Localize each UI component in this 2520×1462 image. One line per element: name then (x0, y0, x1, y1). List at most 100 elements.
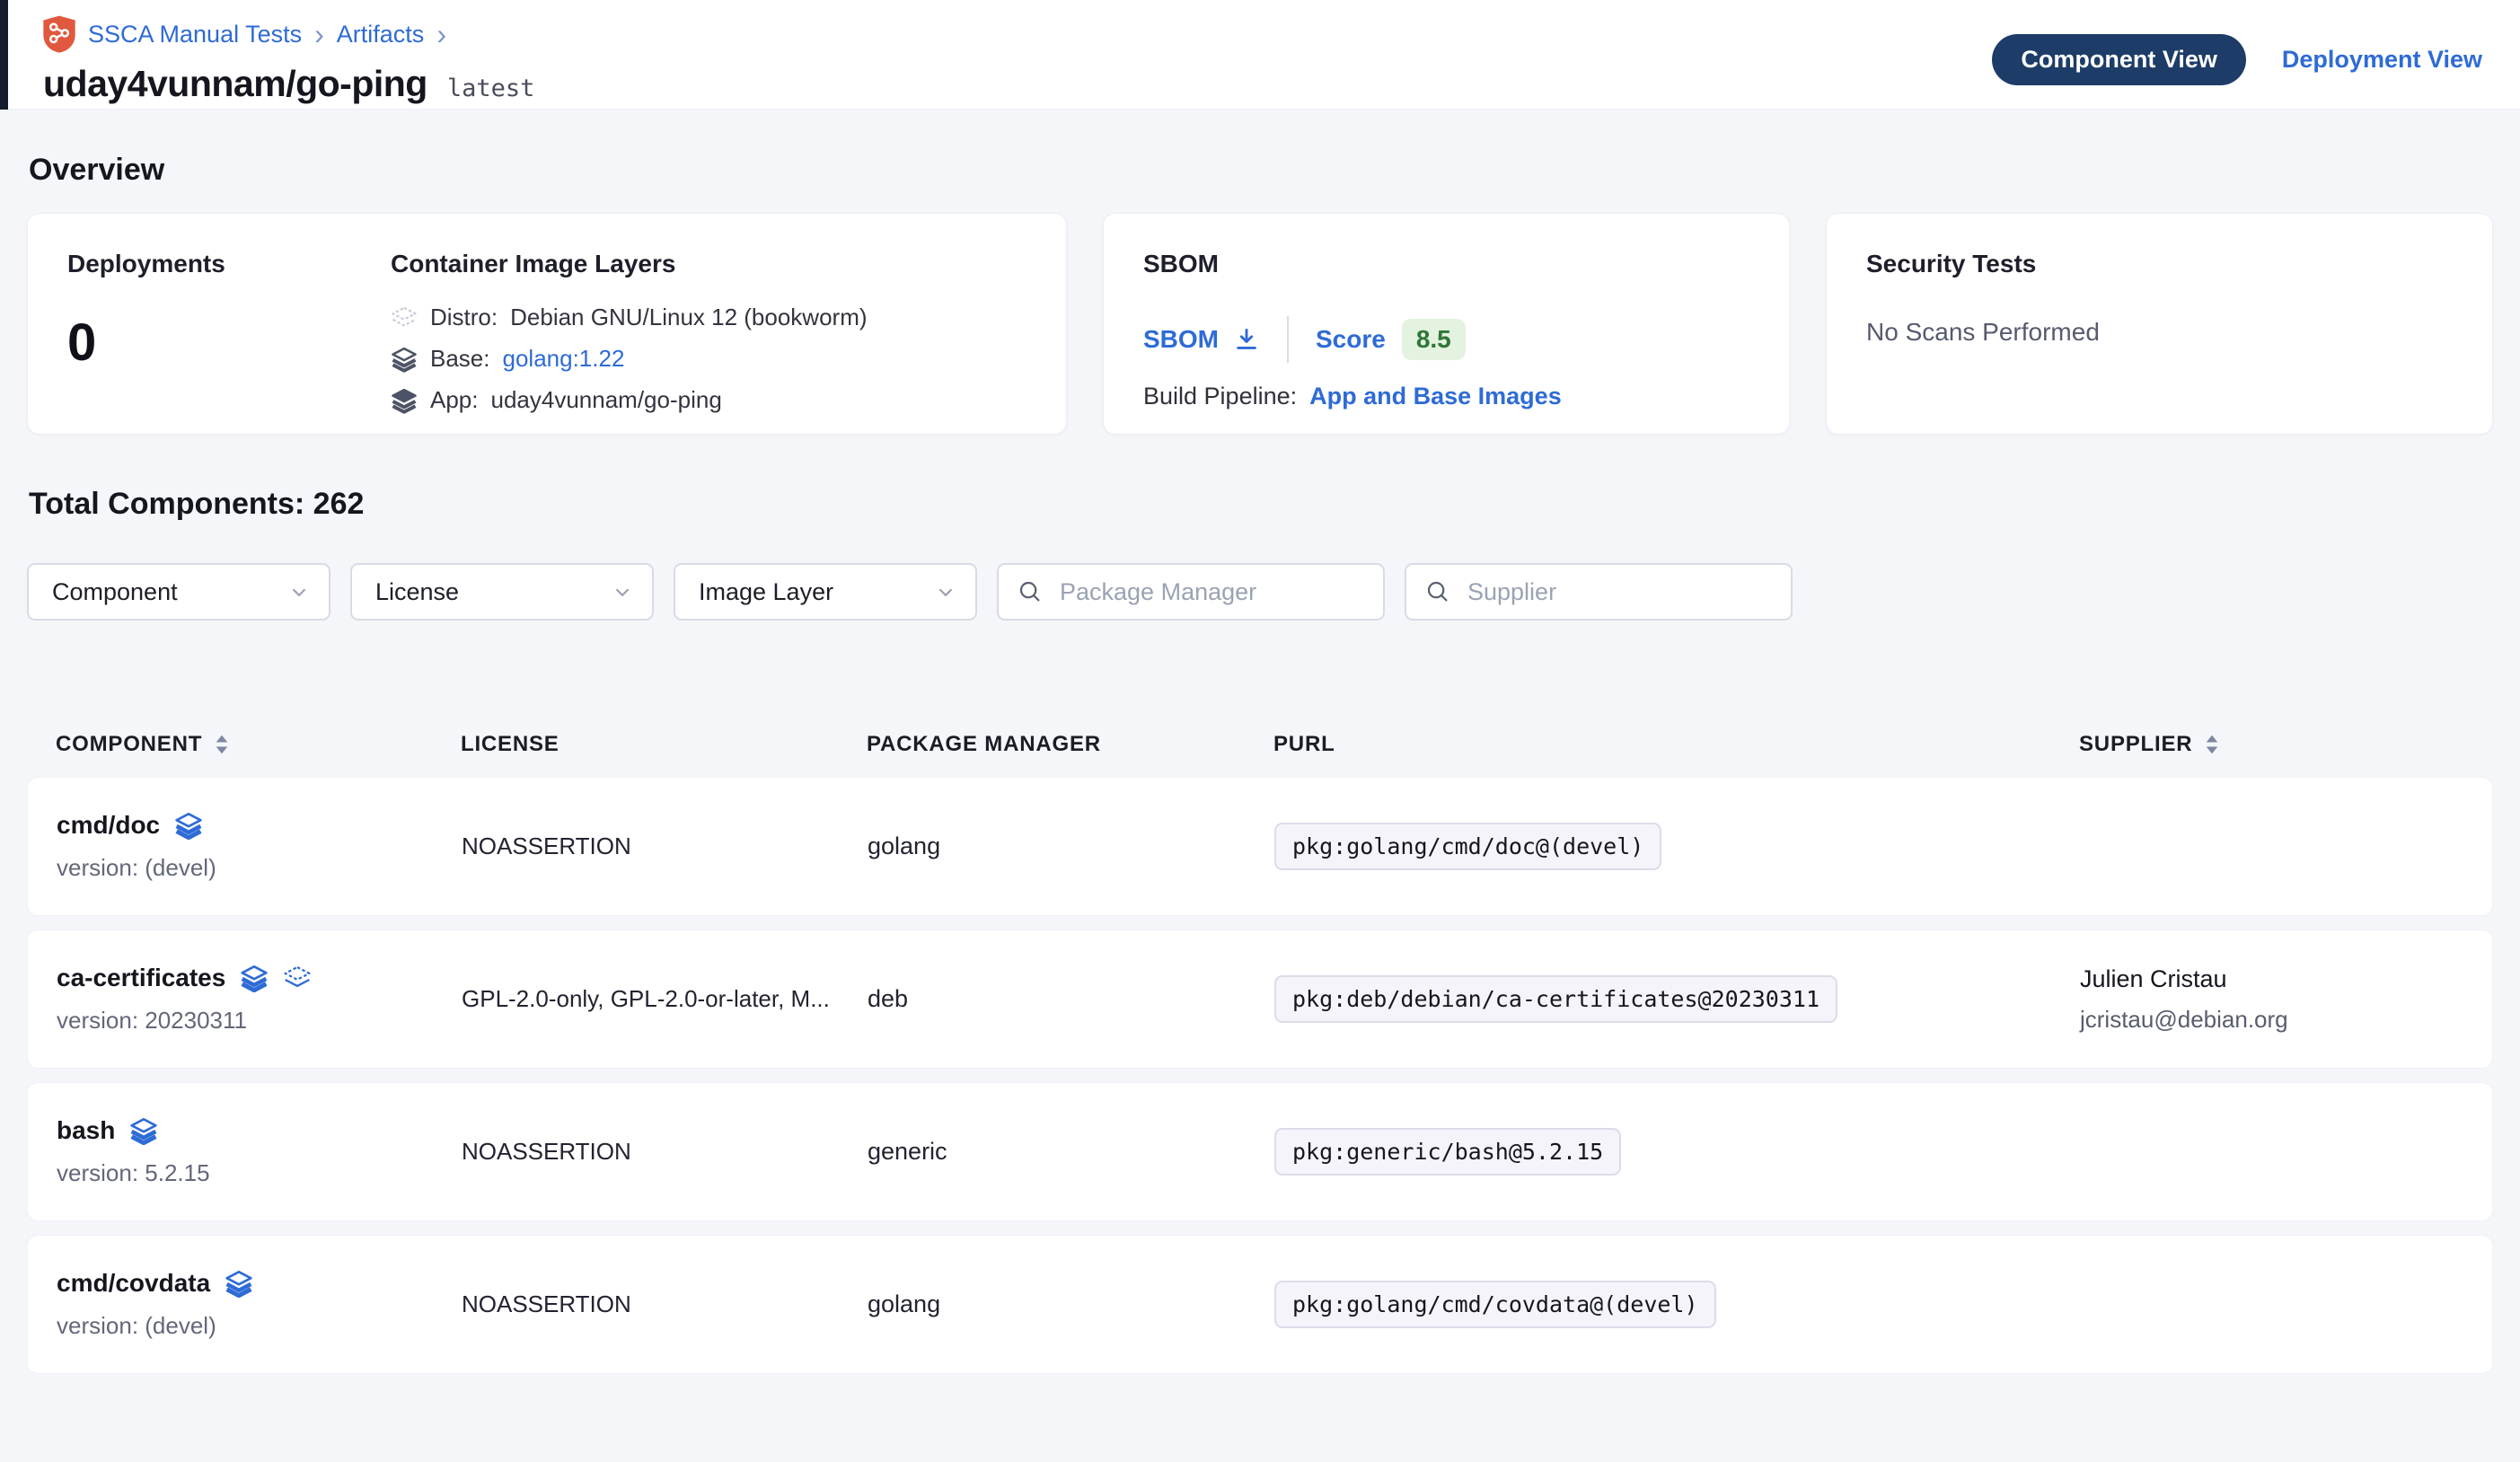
layer-label: Distro: (430, 304, 498, 331)
breadcrumb-separator: › (435, 20, 448, 48)
deployments-layers-card: Deployments 0 Container Image Layers Dis… (27, 213, 1067, 435)
build-pipeline-label: Build Pipeline: (1143, 383, 1297, 410)
package-manager-cell: deb (868, 985, 1274, 1013)
score-label: Score (1316, 325, 1386, 354)
component-version: version: (devel) (57, 854, 462, 882)
column-header-package-manager: PACKAGE MANAGER (867, 732, 1273, 757)
package-manager-cell: golang (868, 1290, 1274, 1318)
deployment-view-button[interactable]: Deployment View (2282, 46, 2482, 74)
download-icon (1233, 326, 1260, 353)
layers-icon (240, 964, 269, 992)
purl-chip: pkg:deb/debian/ca-certificates@20230311 (1274, 975, 1837, 1023)
layers-icon (225, 1269, 253, 1298)
search-icon (1017, 578, 1044, 605)
chevron-down-icon (934, 580, 957, 603)
license-cell: NOASSERTION (462, 832, 868, 860)
layer-label: App: (430, 386, 479, 414)
ssca-shield-logo-icon (41, 14, 77, 54)
layers-half-icon (391, 346, 418, 373)
component-name: ca-certificates (57, 964, 225, 992)
column-label: PURL (1273, 732, 1335, 757)
component-view-button[interactable]: Component View (1992, 34, 2246, 85)
column-label: SUPPLIER (2079, 732, 2192, 757)
package-manager-search-input[interactable] (997, 563, 1385, 621)
deployments-count: 0 (67, 313, 391, 373)
breadcrumb-item-project[interactable]: SSCA Manual Tests (88, 21, 302, 48)
table-header: COMPONENT LICENSE PACKAGE MANAGER PURL S… (27, 727, 2493, 762)
breadcrumb-item-artifacts[interactable]: Artifacts (337, 21, 425, 48)
overview-heading: Overview (29, 153, 2493, 188)
supplier-name: Julien Cristau (2080, 965, 2463, 993)
table-row: cmd/covdata version: (devel) NOASSERTION… (27, 1235, 2493, 1374)
deployments-label: Deployments (67, 250, 391, 278)
table-row: ca-certificates (27, 929, 2493, 1069)
license-cell: GPL-2.0-only, GPL-2.0-or-later, M... (462, 985, 868, 1013)
layer-row-base: Base: golang:1.22 (391, 345, 1027, 373)
layers-icon (129, 1116, 158, 1145)
artifact-tag: latest (447, 75, 535, 102)
dropdown-label: License (375, 578, 459, 606)
component-version: version: 20230311 (57, 1007, 462, 1035)
package-manager-cell: generic (868, 1138, 1274, 1166)
layer-row-distro: Distro: Debian GNU/Linux 12 (bookworm) (391, 304, 1027, 331)
chevron-down-icon (287, 580, 311, 603)
breadcrumb-separator: › (313, 20, 326, 48)
column-header-purl: PURL (1273, 732, 2079, 757)
component-name: cmd/covdata (57, 1269, 210, 1298)
package-manager-cell: golang (868, 832, 1274, 860)
base-image-link[interactable]: golang:1.22 (503, 345, 625, 373)
build-pipeline-link[interactable]: App and Base Images (1309, 383, 1562, 410)
component-version: version: (devel) (57, 1312, 462, 1340)
component-version: version: 5.2.15 (57, 1159, 462, 1187)
left-nav-edge (0, 0, 8, 110)
column-label: PACKAGE MANAGER (867, 732, 1101, 757)
sbom-download-link[interactable]: SBOM (1143, 325, 1260, 354)
supplier-search-input[interactable] (1405, 563, 1793, 621)
sort-icon (2205, 735, 2219, 754)
sbom-download-label: SBOM (1143, 325, 1219, 354)
column-label: LICENSE (461, 732, 560, 757)
dropdown-label: Image Layer (699, 578, 833, 606)
security-tests-card: Security Tests No Scans Performed (1826, 213, 2493, 435)
search-icon (1424, 578, 1451, 605)
sort-icon (215, 735, 229, 754)
purl-chip: pkg:generic/bash@5.2.15 (1274, 1128, 1621, 1176)
component-name: cmd/doc (57, 811, 160, 840)
layer-label: Base: (430, 345, 490, 373)
license-filter-dropdown[interactable]: License (350, 563, 654, 621)
table-row: cmd/doc version: (devel) NOASSERTION gol… (27, 777, 2493, 916)
layer-value: Debian GNU/Linux 12 (bookworm) (510, 304, 867, 331)
license-cell: NOASSERTION (462, 1138, 868, 1166)
purl-chip: pkg:golang/cmd/doc@(devel) (1274, 823, 1661, 870)
page-header: SSCA Manual Tests › Artifacts › uday4vun… (0, 0, 2520, 110)
sbom-title: SBOM (1143, 250, 1749, 278)
layers-dashed-icon (283, 964, 312, 992)
view-toggle: Component View Deployment View (1992, 34, 2482, 85)
layer-value: uday4vunnam/go-ping (491, 386, 722, 414)
supplier-cell: Julien Cristau jcristau@debian.org (2080, 965, 2463, 1034)
layers-icon (174, 811, 203, 840)
column-label: COMPONENT (56, 732, 202, 757)
total-components-heading: Total Components: 262 (29, 487, 2493, 522)
page-title: uday4vunnam/go-ping (43, 63, 427, 105)
purl-chip: pkg:golang/cmd/covdata@(devel) (1274, 1281, 1716, 1328)
component-filter-dropdown[interactable]: Component (27, 563, 330, 621)
column-header-supplier[interactable]: SUPPLIER (2079, 732, 2464, 757)
column-header-component[interactable]: COMPONENT (56, 732, 461, 757)
divider (1287, 316, 1289, 363)
sbom-card: SBOM SBOM Score 8.5 Build Pipeline: App … (1103, 213, 1790, 435)
layer-row-app: App: uday4vunnam/go-ping (391, 386, 1027, 414)
table-row: bash version: 5.2.15 NOASSERTION generic… (27, 1082, 2493, 1221)
no-scans-text: No Scans Performed (1866, 318, 2453, 347)
license-cell: NOASSERTION (462, 1290, 868, 1318)
security-tests-title: Security Tests (1866, 250, 2453, 278)
supplier-email: jcristau@debian.org (2080, 1006, 2463, 1034)
layers-filled-icon (391, 387, 418, 414)
dropdown-label: Component (52, 578, 178, 606)
chevron-down-icon (611, 580, 634, 603)
layers-outline-icon (391, 304, 418, 331)
column-header-license: LICENSE (461, 732, 867, 757)
image-layers-title: Container Image Layers (391, 250, 1027, 278)
image-layer-filter-dropdown[interactable]: Image Layer (674, 563, 977, 621)
score-badge: 8.5 (1402, 319, 1466, 360)
